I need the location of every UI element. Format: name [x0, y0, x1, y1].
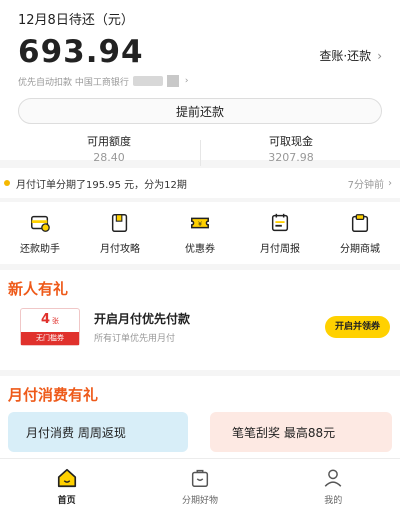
masked-card-number	[132, 76, 163, 86]
nav-item-installment-goods[interactable]: 分期好物	[150, 467, 250, 506]
new-user-section: 新人有礼 4张 无门槛券 开启月付优先付款 所有订单优先用月付 开启并领券	[0, 270, 400, 370]
grid-label: 还款助手	[20, 244, 60, 255]
available-credit[interactable]: 可用额度 28.40	[18, 134, 200, 166]
coupon-count-wrap: 4张	[21, 312, 79, 327]
bottom-nav: 首页 分期好物 我的	[0, 458, 400, 514]
coupon-icon: ¥	[191, 217, 209, 229]
nav-label: 首页	[57, 496, 76, 506]
bill-repay-label: 查账·还款	[319, 49, 372, 63]
grid-item-repayment-helper[interactable]: 还款助手	[0, 212, 80, 264]
grid-label: 分期商城	[340, 244, 380, 255]
grid-label: 月付攻略	[100, 244, 140, 255]
promo-cashback-card[interactable]: 月付消费 周周返现	[8, 412, 188, 452]
notice-text: 月付订单分期了195.95 元，分为12期	[16, 179, 187, 191]
nav-label: 我的	[324, 496, 343, 506]
notice-time: 7分钟前	[347, 179, 384, 191]
cash-available[interactable]: 可取现金 3207.98	[200, 134, 382, 166]
page: 12月8日待还（元） 693.94 查账·还款 › 优先自动扣款 中国工商银行 …	[0, 0, 400, 514]
due-amount: 693.94	[18, 34, 144, 70]
coupon-row: 4张 无门槛券 开启月付优先付款 所有订单优先用月付 开启并领券	[0, 296, 400, 346]
coupon-count: 4	[40, 312, 51, 327]
bill-repay-link[interactable]: 查账·还款 ›	[319, 47, 382, 64]
chevron-right-icon: ›	[377, 48, 382, 63]
amount-row: 693.94 查账·还款 ›	[18, 34, 382, 70]
coupon-subtitle: 所有订单优先用月付	[94, 334, 176, 344]
promo-scratch-card[interactable]: 笔笔刮奖 最高88元	[210, 412, 392, 452]
shopping-bag-icon	[351, 214, 369, 232]
guide-book-icon	[111, 214, 128, 232]
notice-dot-icon	[4, 180, 10, 186]
quota-label: 可取现金	[269, 135, 313, 148]
weekly-report-icon	[271, 213, 289, 232]
masked-card-suffix	[166, 75, 179, 87]
repayment-card: 12月8日待还（元） 693.94 查账·还款 › 优先自动扣款 中国工商银行 …	[0, 0, 400, 166]
coupon-info: 开启月付优先付款 所有订单优先用月付	[94, 310, 325, 344]
home-icon	[57, 468, 76, 488]
repayment-helper-icon	[31, 215, 50, 232]
coupon-badge: 4张 无门槛券	[20, 308, 80, 346]
installment-goods-icon	[191, 469, 209, 487]
coupon-title: 开启月付优先付款	[94, 312, 191, 326]
claim-coupon-button[interactable]: 开启并领券	[324, 316, 390, 338]
promo-row: 月付消费 周周返现 笔笔刮奖 最高88元	[0, 402, 400, 452]
prepay-button[interactable]: 提前还款	[18, 98, 382, 124]
grid-item-mall[interactable]: 分期商城	[320, 212, 400, 264]
grid-item-weekly-report[interactable]: 月付周报	[240, 212, 320, 264]
grid-label: 优惠券	[185, 244, 215, 255]
coupon-tag: 无门槛券	[21, 332, 79, 345]
spend-reward-section: 月付消费有礼 月付消费 周周返现 笔笔刮奖 最高88元	[0, 376, 400, 466]
nav-item-profile[interactable]: 我的	[283, 467, 383, 506]
section-title: 月付消费有礼	[8, 386, 99, 404]
grid-item-coupon[interactable]: ¥ 优惠券	[160, 212, 240, 264]
chevron-right-icon: ›	[388, 177, 392, 189]
quota-row: 可用额度 28.40 可取现金 3207.98	[18, 134, 382, 166]
coupon-unit: 张	[52, 317, 60, 325]
feature-grid: 还款助手 月付攻略 ¥ 优惠券 月付周报 分期商城	[0, 202, 400, 264]
svg-text:¥: ¥	[198, 220, 202, 228]
autopay-info[interactable]: 优先自动扣款 中国工商银行 ›	[18, 74, 382, 88]
quota-value: 3207.98	[268, 151, 314, 164]
nav-label: 分期好物	[181, 496, 218, 506]
autopay-text: 优先自动扣款 中国工商银行	[18, 77, 129, 88]
due-date-title: 12月8日待还（元）	[18, 13, 134, 28]
section-title: 新人有礼	[8, 280, 69, 298]
grid-item-guide[interactable]: 月付攻略	[80, 212, 160, 264]
quota-label: 可用额度	[87, 135, 131, 148]
quota-value: 28.40	[93, 151, 125, 164]
nav-item-home[interactable]: 首页	[17, 467, 117, 506]
chevron-right-icon: ›	[184, 76, 189, 86]
installment-notice[interactable]: 月付订单分期了195.95 元，分为12期 7分钟前 ›	[0, 168, 400, 198]
profile-icon	[324, 469, 342, 487]
grid-label: 月付周报	[260, 244, 300, 255]
